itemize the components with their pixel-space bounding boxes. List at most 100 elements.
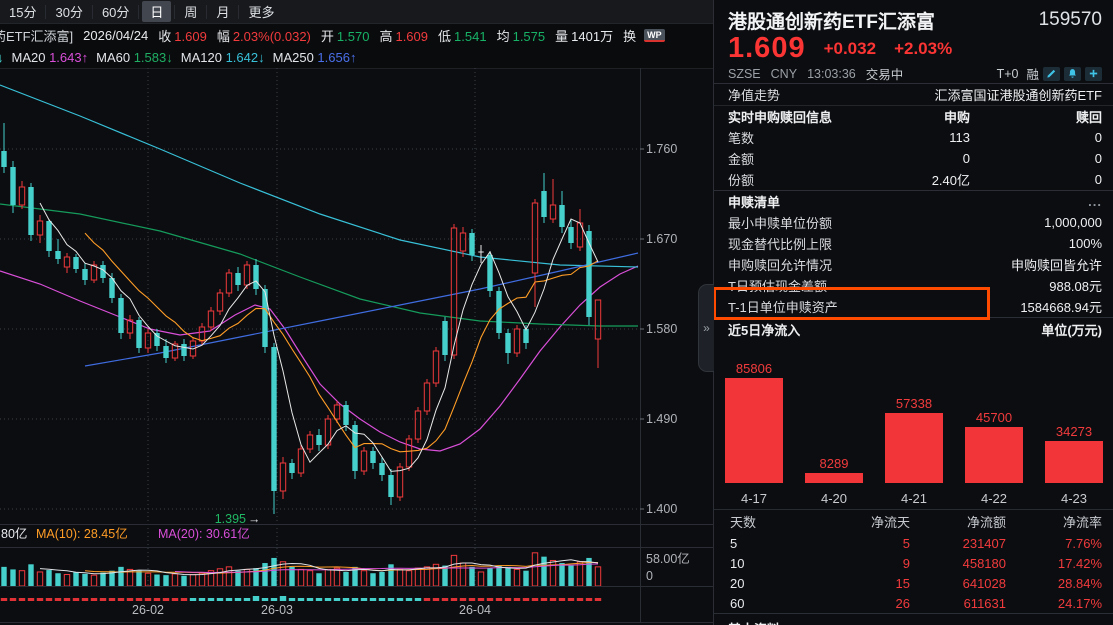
vol-bar-up: [397, 569, 402, 586]
candle-up: [595, 300, 600, 339]
period-tab-月[interactable]: 月: [207, 2, 238, 21]
basic-info-section-title[interactable]: 基本资料: [714, 613, 1113, 625]
period-tab-周[interactable]: 周: [175, 2, 206, 21]
dash: [82, 598, 88, 601]
inflow-bar-value: 85806: [714, 361, 794, 376]
row-value: 1584668.94元: [1020, 297, 1102, 316]
candle-up: [433, 351, 438, 383]
vol-bar-down: [559, 563, 564, 586]
dash: [595, 598, 601, 601]
list-row-现金替代比例上限: 现金替代比例上限100%: [714, 233, 1113, 254]
creation-list-header[interactable]: 申赎清单 ...: [714, 190, 1113, 212]
inflow-bar-date: 4-20: [794, 491, 874, 506]
etf-name: 港股通创新药ETF汇添富: [728, 7, 935, 34]
candle-up: [217, 293, 222, 311]
row-label: 笔数: [728, 128, 754, 147]
vol-bar-down: [82, 574, 87, 586]
alert-bell-icon[interactable]: [1064, 67, 1081, 81]
dash: [109, 598, 115, 601]
wp-badge-icon[interactable]: WP: [644, 29, 665, 42]
candle-up: [280, 463, 285, 491]
row-label: 份额: [728, 170, 754, 189]
flow-cell: 26: [824, 596, 910, 611]
dash: [460, 598, 466, 601]
kline-chart[interactable]: 1.395→1.7601.6701.5801.4901.40080亿MA(10)…: [0, 68, 713, 625]
inflow-bar-date: 4-17: [714, 491, 794, 506]
quote-field-label: 换: [623, 29, 636, 44]
vol-bar-down: [316, 573, 321, 586]
period-tab-日[interactable]: 日: [142, 1, 171, 22]
dash: [253, 596, 259, 601]
dash: [1, 598, 7, 601]
flow-cell: 9: [824, 556, 910, 571]
quote-field-低: 低1.541: [438, 26, 487, 45]
ma-line-MA120: [0, 85, 638, 267]
vol-bar-down: [73, 572, 78, 586]
candle-down: [46, 221, 51, 251]
volume-ma20-label: MA(20): 30.61亿: [158, 526, 250, 541]
realtime-header-row: 实时申购赎回信息 申购 赎回: [714, 106, 1113, 127]
dash: [550, 598, 556, 601]
flow-cell: 15: [824, 576, 910, 591]
inflow-bar: [965, 427, 1023, 483]
period-tab-15分[interactable]: 15分: [0, 2, 45, 21]
period-tab-更多[interactable]: 更多: [239, 2, 283, 21]
vol-bar-down: [100, 573, 105, 586]
dash: [379, 598, 385, 601]
vol-bar-down: [46, 570, 51, 586]
vol-bar-down: [1, 567, 6, 586]
vol-bar-up: [406, 571, 411, 586]
period-tab-30分[interactable]: 30分: [46, 2, 91, 21]
vol-bar-down: [496, 566, 501, 586]
candle-down: [10, 167, 15, 205]
nav-fund-name: 汇添富国证港股通创新药ETF: [934, 85, 1102, 104]
quote-field-label: 开: [321, 29, 334, 44]
inflow-bar: [805, 473, 863, 483]
row-label: 现金替代比例上限: [728, 234, 832, 253]
quote-field-换: 换: [623, 26, 636, 45]
flow-cell: 611631: [910, 596, 1006, 611]
candle-down: [118, 298, 123, 333]
dash: [19, 598, 25, 601]
vol-bar-down: [55, 573, 60, 586]
ma-legend-MA250: MA250 1.656↑: [273, 50, 357, 65]
more-ellipsis[interactable]: ...: [1088, 194, 1102, 209]
dash: [64, 598, 70, 601]
x-axis-label: 26-04: [459, 603, 491, 617]
nav-trend-row[interactable]: 净值走势 汇添富国证港股通创新药ETF: [714, 84, 1113, 106]
add-watchlist-plus-icon[interactable]: [1085, 67, 1102, 81]
buy-value: 113: [754, 130, 970, 145]
flow-cell: 641028: [910, 576, 1006, 591]
volume-header-prefix: 80亿: [1, 526, 27, 541]
low-annotation-arrow: →: [248, 512, 261, 526]
inflow-bar-group: 457004-22: [954, 341, 1034, 509]
flow-table-row: 10945818017.42%: [714, 553, 1113, 573]
vol-bar-up: [532, 553, 537, 586]
last-price: 1.609: [728, 32, 806, 65]
dash: [136, 598, 142, 601]
inflow-bar-date: 4-21: [874, 491, 954, 506]
candles: [1, 123, 600, 514]
edit-pencil-icon[interactable]: [1043, 67, 1060, 81]
candle-up: [460, 233, 465, 251]
candle-down: [379, 463, 384, 475]
dash: [424, 598, 430, 601]
row-label: 申购赎回允许情况: [728, 255, 832, 274]
kline-chart-svg[interactable]: 1.395→1.7601.6701.5801.4901.40080亿MA(10)…: [0, 68, 713, 625]
vol-bar-down: [343, 572, 348, 586]
candle-up: [64, 257, 69, 267]
vol-bar-up: [361, 571, 366, 586]
dash: [451, 598, 457, 601]
dash: [352, 598, 358, 601]
dash: [586, 598, 592, 601]
panel-collapse-handle[interactable]: »: [698, 284, 714, 372]
etf-code: 159570: [1039, 9, 1102, 31]
vol-bar-up: [298, 569, 303, 586]
candle-up: [334, 405, 339, 419]
dash: [541, 598, 547, 601]
dash: [325, 598, 331, 601]
period-tab-60分[interactable]: 60分: [93, 2, 138, 21]
dash: [172, 598, 178, 601]
inflow-bar-group: 82894-20: [794, 341, 874, 509]
ma-long-lines: [0, 85, 638, 451]
